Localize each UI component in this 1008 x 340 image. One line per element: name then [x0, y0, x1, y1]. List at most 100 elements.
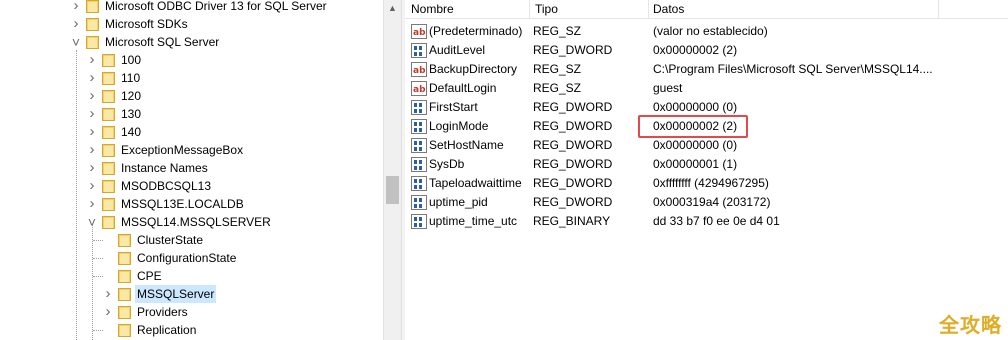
chevron-right-icon[interactable]: › — [86, 123, 98, 141]
tree-item-label: Replication — [137, 323, 197, 337]
folder-icon — [102, 197, 115, 211]
binary-value-icon — [411, 138, 427, 153]
value-data-cell: dd 33 b7 f0 ee 0e d4 01 — [653, 214, 780, 228]
value-type-cell: REG_BINARY — [533, 214, 611, 228]
watermark: 全攻略 — [939, 313, 1002, 337]
tree-item-cpe[interactable]: CPE — [102, 267, 164, 285]
chevron-right-icon[interactable]: › — [102, 285, 114, 303]
folder-icon — [102, 215, 115, 229]
folder-icon — [118, 305, 131, 319]
tree-item-mssqlserver[interactable]: › MSSQLServer — [102, 285, 217, 303]
tree-item-microsoft-sdks[interactable]: › Microsoft SDKs — [70, 15, 190, 33]
login-mode-highlight-box — [638, 115, 748, 138]
tree-item-label: MSSQL13E.LOCALDB — [121, 197, 244, 211]
folder-icon — [102, 89, 115, 103]
tree-connector — [102, 249, 114, 267]
folder-icon — [118, 233, 131, 247]
value-row[interactable]: SetHostName REG_DWORD 0x00000000 (0) — [405, 136, 1005, 155]
column-header-type[interactable]: Tipo — [529, 0, 649, 18]
scrollbar-thumb[interactable] — [386, 176, 399, 204]
chevron-right-icon[interactable]: › — [102, 303, 114, 321]
folder-icon — [86, 17, 99, 31]
folder-icon — [118, 323, 131, 337]
tree-guide-line — [76, 50, 77, 340]
value-type-cell: REG_SZ — [533, 24, 582, 38]
value-type-cell: REG_DWORD — [533, 176, 613, 190]
tree-item-mssql14-mssqlserver[interactable]: ˅ MSSQL14.MSSQLSERVER — [86, 213, 273, 231]
value-name-cell: BackupDirectory — [429, 62, 518, 76]
tree-item-140[interactable]: › 140 — [86, 123, 143, 141]
chevron-right-icon[interactable]: › — [70, 0, 82, 15]
chevron-right-icon[interactable]: › — [86, 69, 98, 87]
column-header-name[interactable]: Nombre — [405, 0, 530, 18]
tree-scrollbar[interactable]: ▲ — [383, 0, 401, 340]
value-name-cell: FirstStart — [429, 100, 478, 114]
tree-guide-line — [93, 240, 103, 241]
folder-icon — [118, 269, 131, 283]
value-type-cell: REG_DWORD — [533, 195, 613, 209]
tree-item-microsoft-odbc-driver-13-for-sql-server[interactable]: › Microsoft ODBC Driver 13 for SQL Server — [70, 0, 329, 15]
value-name-cell: DefaultLogin — [429, 81, 497, 95]
tree-connector — [102, 321, 114, 339]
value-row[interactable]: Tapeloadwaittime REG_DWORD 0xffffffff (429… — [405, 174, 1005, 193]
tree-item-label: ExceptionMessageBox — [121, 143, 244, 157]
tree-item-configurationstate[interactable]: ConfigurationState — [102, 249, 238, 267]
registry-values-list: Nombre Tipo Datos ab (Predeterminado) REG_… — [405, 0, 1008, 340]
tree-item-label: Providers — [137, 305, 188, 319]
column-header-data[interactable]: Datos — [647, 0, 939, 18]
value-row[interactable]: SysDb REG_DWORD 0x00000001 (1) — [405, 155, 1005, 174]
value-row[interactable]: uptime_pid REG_DWORD 0x000319a4 (203172) — [405, 193, 1005, 212]
value-type-cell: REG_SZ — [533, 81, 582, 95]
tree-item-providers[interactable]: › Providers — [102, 303, 190, 321]
string-value-icon: ab — [411, 62, 427, 77]
tree-item-120[interactable]: › 120 — [86, 87, 143, 105]
tree-item-label: 130 — [121, 107, 142, 121]
folder-icon — [86, 35, 99, 49]
registry-tree[interactable]: › Microsoft ODBC Driver 13 for SQL Server… — [0, 0, 383, 340]
chevron-right-icon[interactable]: › — [86, 51, 98, 69]
tree-item-msodbcsql13[interactable]: › MSODBCSQL13 — [86, 177, 213, 195]
binary-value-icon — [411, 43, 427, 58]
chevron-right-icon[interactable]: › — [86, 87, 98, 105]
tree-item-mssql13e-localdb[interactable]: › MSSQL13E.LOCALDB — [86, 195, 246, 213]
tree-item-label: 120 — [121, 89, 142, 103]
tree-item-130[interactable]: › 130 — [86, 105, 143, 123]
folder-icon — [118, 287, 131, 301]
binary-value-icon — [411, 157, 427, 172]
value-type-cell: REG_DWORD — [533, 119, 613, 133]
chevron-right-icon[interactable]: › — [86, 195, 98, 213]
value-name-cell: uptime_time_utc — [429, 214, 518, 228]
chevron-down-icon[interactable]: ˅ — [70, 33, 82, 51]
tree-item-replication[interactable]: Replication — [102, 321, 198, 339]
value-name-cell: uptime_pid — [429, 195, 488, 209]
chevron-right-icon[interactable]: › — [70, 15, 82, 33]
folder-icon — [102, 125, 115, 139]
svg-text:ab: ab — [413, 28, 426, 38]
value-type-cell: REG_DWORD — [533, 43, 613, 57]
tree-item-100[interactable]: › 100 — [86, 51, 143, 69]
value-name-cell: (Predeterminado) — [429, 24, 523, 38]
tree-item-instance-names[interactable]: › Instance Names — [86, 159, 210, 177]
value-row[interactable]: uptime_time_utc REG_BINARY dd 33 b7 f0 ee … — [405, 212, 1005, 231]
value-name-cell: AuditLevel — [429, 43, 486, 57]
tree-item-exceptionmessagebox[interactable]: › ExceptionMessageBox — [86, 141, 245, 159]
folder-icon — [102, 143, 115, 157]
chevron-right-icon[interactable]: › — [86, 177, 98, 195]
value-row[interactable]: ab BackupDirectory REG_SZ C:\Program Files\… — [405, 60, 1005, 79]
folder-icon — [102, 53, 115, 67]
tree-guide-line — [92, 225, 93, 340]
value-data-cell: 0x00000002 (2) — [653, 43, 738, 57]
chevron-right-icon[interactable]: › — [86, 159, 98, 177]
chevron-right-icon[interactable]: › — [86, 141, 98, 159]
value-row[interactable]: AuditLevel REG_DWORD 0x00000002 (2) — [405, 41, 1005, 60]
tree-item-label: 110 — [121, 71, 141, 85]
value-row[interactable]: ab (Predeterminado) REG_SZ (valor no establ… — [405, 22, 1005, 41]
chevron-right-icon[interactable]: › — [86, 105, 98, 123]
scroll-up-arrow-icon[interactable]: ▲ — [384, 0, 401, 16]
value-row[interactable]: ab DefaultLogin REG_SZ guest — [405, 79, 1005, 98]
tree-item-microsoft-sql-server[interactable]: ˅ Microsoft SQL Server — [70, 33, 221, 51]
value-name-cell: LoginMode — [429, 119, 489, 133]
tree-item-110[interactable]: › 110 — [86, 69, 142, 87]
tree-item-clusterstate[interactable]: ClusterState — [102, 231, 205, 249]
folder-icon — [102, 71, 115, 85]
